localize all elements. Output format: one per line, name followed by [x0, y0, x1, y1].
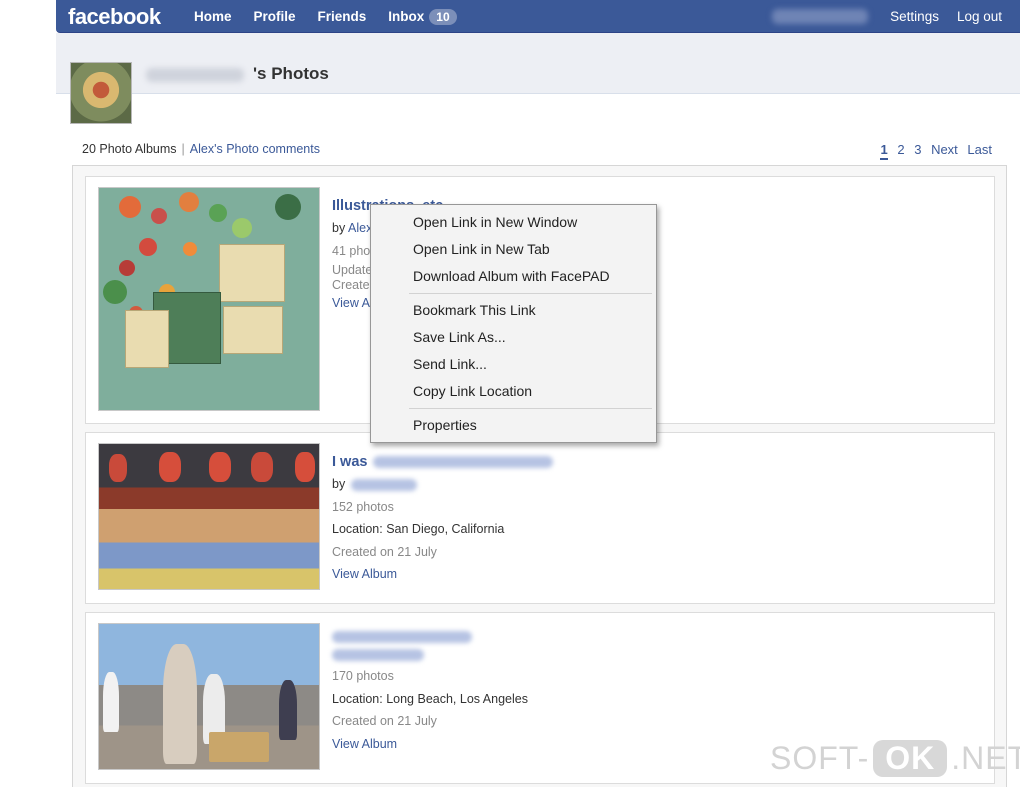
- watermark-right: .NET: [951, 740, 1020, 776]
- album-title-link[interactable]: I was: [332, 451, 367, 473]
- menu-download-facepad[interactable]: Download Album with FacePAD: [371, 263, 656, 290]
- menu-copy-link-location[interactable]: Copy Link Location: [371, 378, 656, 405]
- inbox-count-badge: 10: [429, 8, 457, 25]
- album-subheader: 20 Photo Albums | Alex's Photo comments: [82, 142, 320, 156]
- menu-send-link[interactable]: Send Link...: [371, 351, 656, 378]
- last-page-link[interactable]: Last: [967, 142, 992, 157]
- settings-link[interactable]: Settings: [890, 9, 939, 24]
- album-thumbnail[interactable]: [98, 443, 320, 590]
- blurred-owner-link[interactable]: [351, 479, 418, 492]
- page-title: 's Photos: [253, 64, 329, 83]
- blurred-owner-name: [146, 68, 244, 82]
- album-thumbnail[interactable]: [98, 187, 320, 411]
- menu-save-link-as[interactable]: Save Link As...: [371, 324, 656, 351]
- album-info: I was by 152 photos Location: San Diego,…: [332, 451, 554, 585]
- photo-comments-link[interactable]: Alex's Photo comments: [190, 142, 320, 156]
- album-photo-count: 152 photos: [332, 499, 394, 514]
- album-created: Created on 21 July: [332, 714, 437, 729]
- nav-profile-link[interactable]: Profile: [254, 9, 296, 24]
- blurred-album-title[interactable]: [332, 631, 472, 643]
- menu-properties[interactable]: Properties: [371, 412, 656, 439]
- album-info: 170 photos Location: Long Beach, Los Ang…: [332, 631, 528, 755]
- watermark: SOFT- OK .NET: [770, 740, 1020, 777]
- nav-home-link[interactable]: Home: [194, 9, 232, 24]
- album-location: Location: Long Beach, Los Angeles: [332, 691, 528, 706]
- view-album-link[interactable]: View A: [332, 296, 370, 310]
- nav-friends-link[interactable]: Friends: [318, 9, 367, 24]
- avatar[interactable]: [70, 62, 132, 124]
- top-nav-bar: facebook Home Profile Friends Inbox 10 Se…: [56, 0, 1020, 33]
- blurred-user-name[interactable]: [772, 9, 868, 24]
- page-1-link[interactable]: 1: [880, 142, 888, 160]
- menu-open-new-tab[interactable]: Open Link in New Tab: [371, 236, 656, 263]
- blurred-owner-link[interactable]: [332, 648, 424, 661]
- account-links: Settings Log out: [872, 0, 1002, 33]
- album-count: 20 Photo Albums: [82, 142, 177, 156]
- profile-header-band: [56, 33, 1020, 94]
- subheader-separator: |: [181, 142, 185, 156]
- album-owner-link[interactable]: Alex: [348, 221, 372, 235]
- view-album-link[interactable]: View Album: [332, 567, 397, 581]
- facebook-logo[interactable]: facebook: [68, 4, 161, 30]
- album-photo-count: 170 photos: [332, 669, 394, 684]
- main-nav: Home Profile Friends Inbox 10: [194, 0, 479, 33]
- album-location: Location: San Diego, California: [332, 522, 505, 537]
- watermark-left: SOFT-: [770, 740, 870, 776]
- nav-inbox-link[interactable]: Inbox 10: [388, 8, 457, 25]
- menu-separator: [409, 408, 652, 409]
- album-created: Created on 21 July: [332, 544, 437, 559]
- menu-bookmark-link[interactable]: Bookmark This Link: [371, 297, 656, 324]
- page-2-link[interactable]: 2: [897, 142, 904, 157]
- album-item: I was by 152 photos Location: San Diego,…: [85, 432, 995, 604]
- watermark-mid: OK: [873, 740, 948, 777]
- link-context-menu: Open Link in New Window Open Link in New…: [370, 204, 657, 443]
- next-page-link[interactable]: Next: [931, 142, 958, 157]
- page-3-link[interactable]: 3: [914, 142, 921, 157]
- inbox-label: Inbox: [388, 9, 425, 24]
- menu-open-new-window[interactable]: Open Link in New Window: [371, 209, 656, 236]
- menu-separator: [409, 293, 652, 294]
- view-album-link[interactable]: View Album: [332, 737, 397, 751]
- logout-link[interactable]: Log out: [957, 9, 1002, 24]
- pagination: 1 2 3 Next Last: [874, 142, 992, 160]
- album-by-prefix: by: [332, 221, 346, 236]
- blurred-title-text: [373, 456, 554, 469]
- album-thumbnail[interactable]: [98, 623, 320, 770]
- album-by-prefix: by: [332, 477, 346, 492]
